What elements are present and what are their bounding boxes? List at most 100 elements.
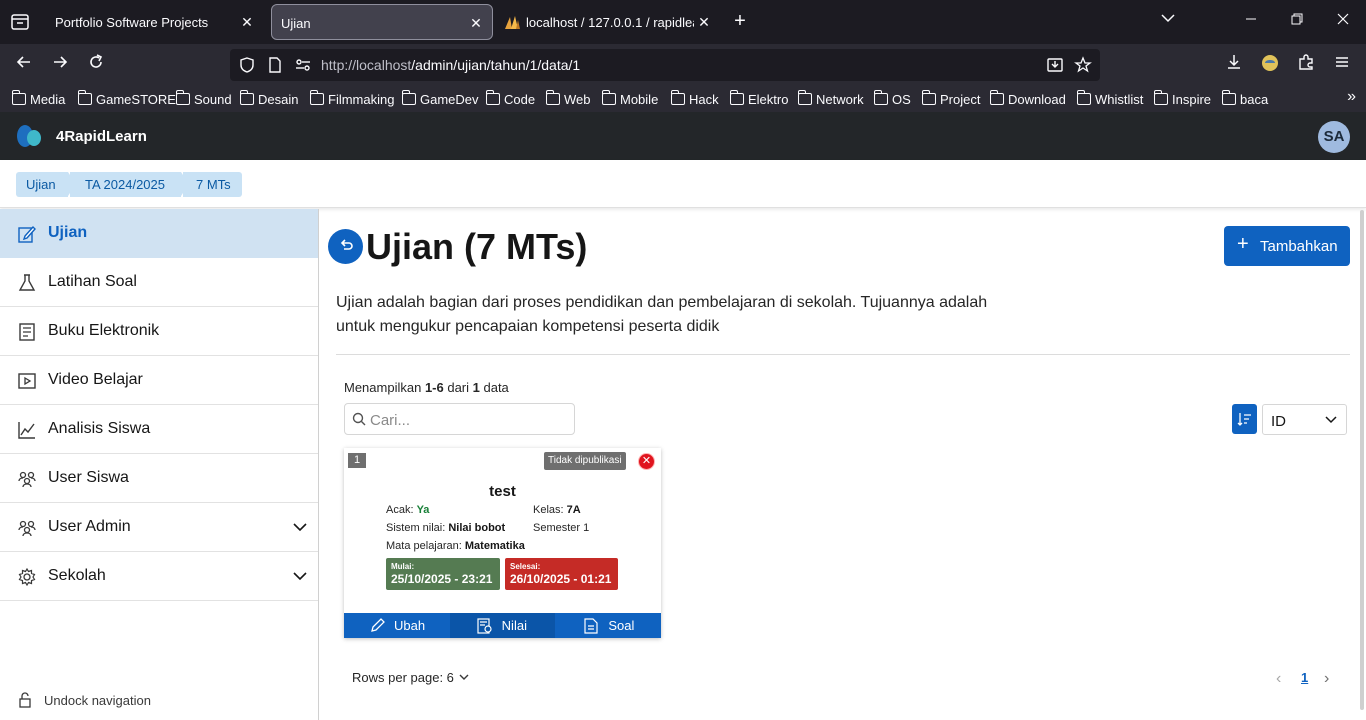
bookmark-folder[interactable]: Sound (175, 90, 232, 108)
brand-name[interactable]: 4RapidLearn (56, 128, 147, 145)
app-header: 4RapidLearn (0, 112, 1366, 160)
bookmark-folder[interactable]: GameSTORE (77, 90, 176, 108)
bookmark-folder[interactable]: Mobile (601, 90, 658, 108)
extensions-puzzle-icon[interactable] (1294, 53, 1318, 77)
bookmark-label: Whistlist (1095, 91, 1144, 107)
bookmark-folder[interactable]: Web (545, 90, 591, 108)
sidebar-item-ujian[interactable]: Ujian (0, 209, 318, 258)
sidebar-item-latihan-soal[interactable]: Latihan Soal (0, 258, 318, 307)
close-icon[interactable]: ✕ (239, 14, 255, 30)
search-box[interactable] (344, 403, 575, 435)
sidebar-item-user-admin[interactable]: User Admin (0, 503, 318, 552)
add-button-label: Tambahkan (1260, 238, 1338, 255)
chevron-down-icon[interactable] (292, 519, 308, 535)
bookmark-label: Inspire (1172, 91, 1212, 107)
phpmyadmin-icon (505, 16, 520, 29)
rows-per-page-select[interactable]: Rows per page: 6 (352, 670, 454, 685)
scrollbar[interactable] (1360, 210, 1364, 710)
bookmarks-overflow-icon[interactable]: » (1347, 88, 1356, 106)
window-close-icon[interactable] (1331, 10, 1355, 34)
bookmark-folder[interactable]: Filmmaking (309, 90, 394, 108)
grades-button[interactable]: Nilai (449, 613, 556, 638)
extension-python-icon[interactable] (1258, 53, 1282, 77)
folder-icon (1076, 90, 1091, 105)
url-text[interactable]: http://localhost/admin/ujian/tahun/1/dat… (321, 57, 580, 73)
next-page-icon[interactable]: › (1324, 670, 1329, 688)
restore-icon[interactable] (1285, 10, 1309, 34)
minimize-icon[interactable] (1239, 10, 1263, 34)
bookmark-folder[interactable]: Code (485, 90, 535, 108)
edit-button-label: Ubah (394, 618, 426, 633)
bookmark-folder[interactable]: OS (873, 90, 911, 108)
kelas-field: Kelas: 7A (533, 504, 581, 516)
sidebar-item-label: User Siswa (48, 469, 129, 486)
sidebar-item-sekolah[interactable]: Sekolah (0, 552, 318, 601)
bookmark-folder[interactable]: Elektro (729, 90, 788, 108)
new-tab-icon[interactable]: + (728, 10, 752, 34)
sidebar-item-user-siswa[interactable]: User Siswa (0, 454, 318, 503)
lock-icon[interactable] (18, 692, 32, 708)
grades-button-label: Nilai (501, 618, 527, 633)
chevron-down-icon[interactable] (292, 568, 308, 584)
questions-button[interactable]: Soal (555, 613, 661, 638)
url-bar[interactable]: http://localhost/admin/ujian/tahun/1/dat… (230, 49, 1100, 81)
bookmark-folder[interactable]: Desain (239, 90, 298, 108)
bookmark-folder[interactable]: Inspire (1153, 90, 1212, 108)
close-icon[interactable]: ✕ (468, 15, 484, 31)
menu-hamburger-icon[interactable] (1330, 53, 1354, 77)
bookmark-folder[interactable]: baca (1221, 90, 1268, 108)
back-arrow-icon[interactable] (12, 53, 36, 77)
browser-tab[interactable]: localhost / 127.0.0.1 / rapidlearn ✕ (498, 4, 720, 40)
bookmark-folder[interactable]: Media (11, 90, 66, 108)
sidebar-item-analisis-siswa[interactable]: Analisis Siswa (0, 405, 318, 454)
shield-icon[interactable] (238, 56, 256, 74)
bookmark-star-icon[interactable] (1074, 56, 1092, 74)
edit-button[interactable]: Ubah (344, 613, 450, 638)
folder-icon (485, 90, 500, 105)
close-icon[interactable]: ✕ (696, 14, 712, 30)
delete-button[interactable]: ✕ (638, 453, 655, 470)
return-arrow-icon (340, 239, 353, 250)
bookmark-folder[interactable]: Project (921, 90, 980, 108)
sort-field-value: ID (1271, 413, 1286, 430)
bookmark-folder[interactable]: Download (989, 90, 1066, 108)
reload-icon[interactable] (84, 53, 108, 77)
back-button[interactable] (328, 229, 363, 264)
forward-arrow-icon[interactable] (48, 53, 72, 77)
breadcrumb-item[interactable]: 7 MTs (183, 172, 242, 197)
bookmark-folder[interactable]: Whistlist (1076, 90, 1144, 108)
downloads-icon[interactable] (1222, 53, 1246, 77)
tab-list-icon[interactable] (10, 12, 30, 32)
bookmark-folder[interactable]: Hack (670, 90, 719, 108)
permissions-icon[interactable] (294, 56, 312, 74)
card-number: 1 (348, 453, 366, 468)
save-page-icon[interactable] (1046, 56, 1064, 74)
tab-overflow-chevron-icon[interactable] (1156, 10, 1180, 34)
video-icon (18, 373, 36, 389)
acak-field: Acak: Ya (386, 504, 429, 516)
sidebar-item-video-belajar[interactable]: Video Belajar (0, 356, 318, 405)
browser-tab[interactable]: Portfolio Software Projects ✕ (41, 4, 263, 40)
sidebar-item-label: Latihan Soal (48, 273, 137, 290)
bookmark-folder[interactable]: GameDev (401, 90, 479, 108)
sort-field-select[interactable]: ID (1262, 404, 1347, 435)
bookmark-label: Media (30, 91, 66, 107)
search-input[interactable] (370, 410, 570, 430)
add-button[interactable]: + Tambahkan (1224, 226, 1350, 266)
browser-tab-active[interactable]: Ujian ✕ (271, 4, 493, 40)
sistem-label: Sistem nilai: (386, 522, 449, 534)
page-number[interactable]: 1 (1301, 670, 1308, 685)
sort-descending-icon (1237, 413, 1251, 426)
previous-page-icon[interactable]: ‹ (1276, 670, 1281, 688)
sidebar-item-buku-elektronik[interactable]: Buku Elektronik (0, 307, 318, 356)
chart-line-icon (18, 422, 35, 439)
bookmark-folder[interactable]: Network (797, 90, 864, 108)
avatar[interactable]: SA (1318, 121, 1350, 153)
sort-direction-button[interactable] (1232, 404, 1257, 434)
breadcrumb-item[interactable]: Ujian (16, 172, 68, 197)
folder-icon (921, 90, 936, 105)
undock-navigation-button[interactable]: Undock navigation (44, 693, 151, 708)
page-icon[interactable] (266, 56, 284, 74)
chevron-down-icon[interactable] (458, 671, 470, 683)
breadcrumb-item[interactable]: TA 2024/2025 (70, 172, 181, 197)
